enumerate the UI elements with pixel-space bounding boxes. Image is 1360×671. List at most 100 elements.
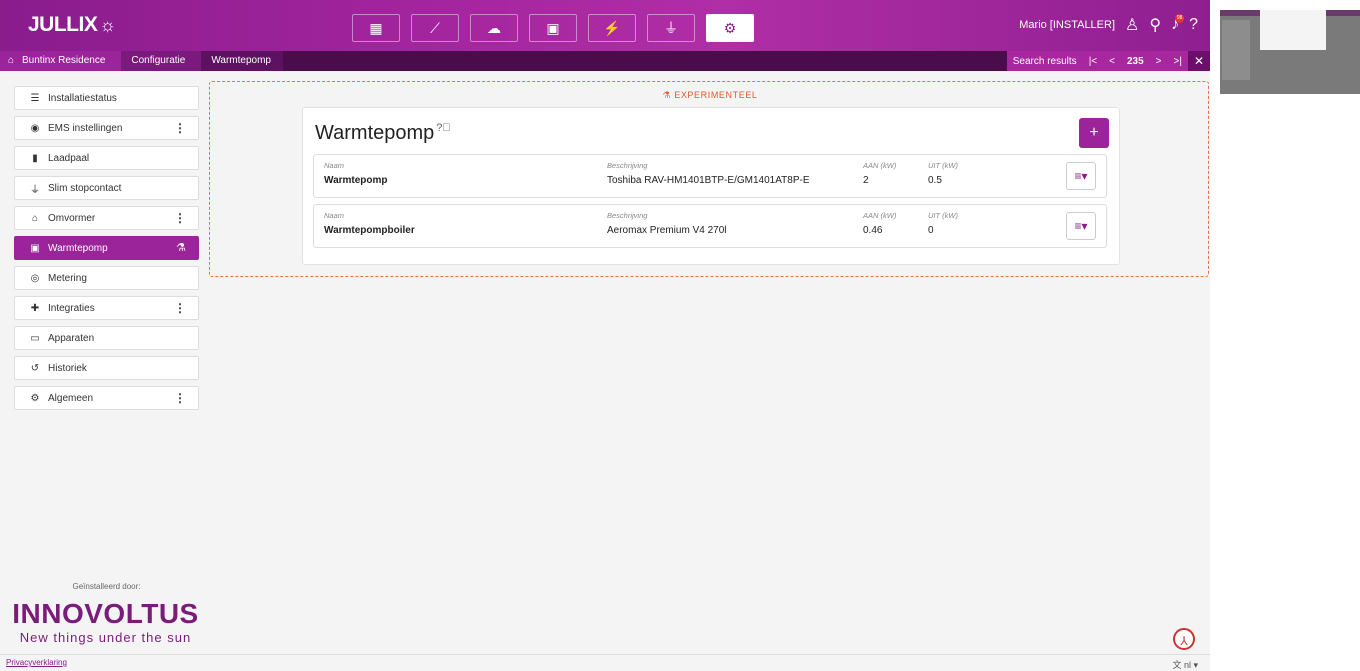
experimental-section: ⚗ EXPERIMENTEEL Warmtepomp ?⃝ + Naam Warm… (209, 81, 1209, 277)
pdf-export-button[interactable]: ⅄ (1173, 628, 1195, 650)
installer-tagline: New things under the sun (19, 630, 192, 645)
search-icon[interactable]: ⚲ (1149, 15, 1161, 35)
sidebar-item-ems-instellingen[interactable]: ◉ EMS instellingen ⋮ (14, 116, 199, 140)
off-power-cell: UIT (kW) 0 (928, 211, 958, 236)
prev-result-button[interactable]: < (1103, 56, 1121, 67)
description-cell: Beschrijving Aeromax Premium V4 270l (607, 211, 727, 236)
sidebar-item-integraties[interactable]: ✚ Integraties ⋮ (14, 296, 199, 320)
breadcrumb: ⌂ Buntinx Residence Configuratie Warmtep… (0, 51, 283, 71)
description-value: Aeromax Premium V4 270l (607, 225, 727, 236)
sidebar-item-omvormer[interactable]: ⌂ Omvormer ⋮ (14, 206, 199, 230)
experimental-flask-icon: ⚗ (176, 242, 186, 254)
installer-logo: INNOVOLTUS (12, 598, 199, 629)
flask-icon: ⚗ (662, 90, 675, 100)
table-row[interactable]: Naam Warmtepompboiler Beschrijving Aerom… (313, 204, 1107, 248)
translate-icon: 文 (1172, 660, 1184, 670)
charger-icon: ⚡ (603, 19, 621, 36)
home-icon: ⌂ (8, 55, 15, 66)
status-icon: ☰ (30, 92, 40, 104)
chart-line-icon: ⟋ (430, 19, 440, 36)
gear-icon: ⚙ (30, 392, 40, 404)
charger-icon: ▮ (32, 152, 38, 164)
gear-icon: ⚙ (723, 19, 737, 36)
sidebar-item-apparaten[interactable]: ▭ Apparaten (14, 326, 199, 350)
next-result-button[interactable]: > (1150, 56, 1168, 67)
sidebar-item-algemeen[interactable]: ⚙ Algemeen ⋮ (14, 386, 199, 410)
user-name[interactable]: Mario [INSTALLER] (1019, 19, 1115, 31)
charger-nav-button[interactable]: ⚡ (588, 14, 636, 42)
heatpump-card: Warmtepomp ?⃝ + Naam Warmtepomp Beschrijv… (302, 107, 1120, 265)
sidebar-item-historiek[interactable]: ↺ Historiek (14, 356, 199, 380)
sun-logo-icon: ☼ (99, 15, 116, 35)
sidebar-item-label: Slim stopcontact (48, 182, 122, 194)
sidebar-item-laadpaal[interactable]: ▮ Laadpaal (14, 146, 199, 170)
sidebar-item-label: Metering (48, 272, 87, 284)
on-power-value: 2 (863, 175, 869, 186)
privacy-link[interactable]: Privacyverklaring (6, 658, 67, 667)
search-results-nav: Search results |< < 235 > >| ✕ (1006, 51, 1210, 71)
breadcrumb-item-residence[interactable]: ⌂ Buntinx Residence (0, 51, 122, 71)
breadcrumb-item-configuratie[interactable]: Configuratie (121, 51, 202, 71)
heatpump-icon: ▣ (30, 242, 40, 254)
sidebar-item-metering[interactable]: ◎ Metering (14, 266, 199, 290)
jullix-logo[interactable]: JULLIX ☼ (28, 13, 116, 37)
add-heatpump-button[interactable]: + (1079, 118, 1109, 148)
home-icon: ⌂ (31, 212, 39, 224)
close-search-button[interactable]: ✕ (1187, 51, 1210, 71)
row-menu-button[interactable]: ≡▾ (1066, 162, 1096, 190)
help-icon[interactable]: ? (1189, 16, 1198, 34)
bell-icon[interactable]: ♪ 98 (1171, 14, 1185, 34)
more-options-icon[interactable]: ⋮ (174, 211, 186, 225)
money-icon: ▣ (546, 19, 560, 36)
devices-icon: ▭ (30, 332, 40, 344)
main-nav: ▦ ⟋ ☁ ▣ ⚡ ⏚ ⚙ (352, 14, 765, 42)
sidebar-item-label: Laadpaal (48, 152, 90, 164)
sidebar-item-slim-stopcontact[interactable]: ⏚ Slim stopcontact (14, 176, 199, 200)
description-column-label: Beschrijving (607, 211, 648, 220)
sidebar: ☰ Installatiestatus ◉ EMS instellingen ⋮… (14, 86, 199, 416)
installer-icon[interactable]: ♙ (1125, 15, 1139, 35)
charts-nav-button[interactable]: ⟋ (411, 14, 459, 42)
more-options-icon[interactable]: ⋮ (174, 301, 186, 315)
breadcrumb-bar: ⌂ Buntinx Residence Configuratie Warmtep… (0, 51, 1210, 71)
on-power-cell: AAN (kW) 0.46 (863, 211, 896, 236)
notification-badge: 98 (1175, 14, 1185, 23)
more-options-icon[interactable]: ⋮ (174, 391, 186, 405)
dashboard-nav-button[interactable]: ▦ (352, 14, 400, 42)
sidebar-item-label: Warmtepomp (48, 242, 108, 254)
sidebar-item-installatiestatus[interactable]: ☰ Installatiestatus (14, 86, 199, 110)
sidebar-item-label: Omvormer (48, 212, 96, 224)
plug-icon: ⏚ (664, 20, 678, 36)
off-column-label: UIT (kW) (928, 161, 958, 170)
money-nav-button[interactable]: ▣ (529, 14, 577, 42)
last-result-button[interactable]: >| (1168, 56, 1188, 67)
breadcrumb-item-warmtepomp[interactable]: Warmtepomp (201, 51, 283, 71)
dashboard-icon: ▦ (369, 19, 383, 36)
row-menu-button[interactable]: ≡▾ (1066, 212, 1096, 240)
description-cell: Beschrijving Toshiba RAV-HM1401BTP-E/GM1… (607, 161, 810, 186)
sidebar-item-label: Algemeen (48, 392, 94, 404)
sidebar-item-label: Apparaten (48, 332, 95, 344)
settings-nav-button[interactable]: ⚙ (706, 14, 754, 42)
sidebar-item-label: Installatiestatus (48, 92, 117, 104)
name-cell: Naam Warmtepompboiler (324, 211, 415, 236)
on-column-label: AAN (kW) (863, 211, 897, 220)
first-result-button[interactable]: |< (1083, 56, 1103, 67)
brain-nav-button[interactable]: ☁ (470, 14, 518, 42)
off-power-cell: UIT (kW) 0.5 (928, 161, 958, 186)
plug-nav-button[interactable]: ⏚ (647, 14, 695, 42)
experimental-label: ⚗ EXPERIMENTEEL (662, 90, 758, 100)
on-power-cell: AAN (kW) 2 (863, 161, 896, 186)
help-circle-icon[interactable]: ?⃝ (436, 122, 450, 134)
name-cell: Naam Warmtepomp (324, 161, 388, 186)
thumbnail-sidebar (1222, 20, 1250, 80)
table-row[interactable]: Naam Warmtepomp Beschrijving Toshiba RAV… (313, 154, 1107, 198)
name-value: Warmtepompboiler (324, 225, 415, 236)
more-options-icon[interactable]: ⋮ (174, 121, 186, 135)
name-value: Warmtepomp (324, 175, 388, 186)
description-value: Toshiba RAV-HM1401BTP-E/GM1401AT8P-E (607, 175, 810, 186)
plug-icon: ⏚ (30, 184, 40, 196)
language-selector[interactable]: 文 nl ▾ (1172, 658, 1198, 671)
preview-thumbnail (1220, 10, 1360, 94)
sidebar-item-warmtepomp[interactable]: ▣ Warmtepomp ⚗ (14, 236, 199, 260)
